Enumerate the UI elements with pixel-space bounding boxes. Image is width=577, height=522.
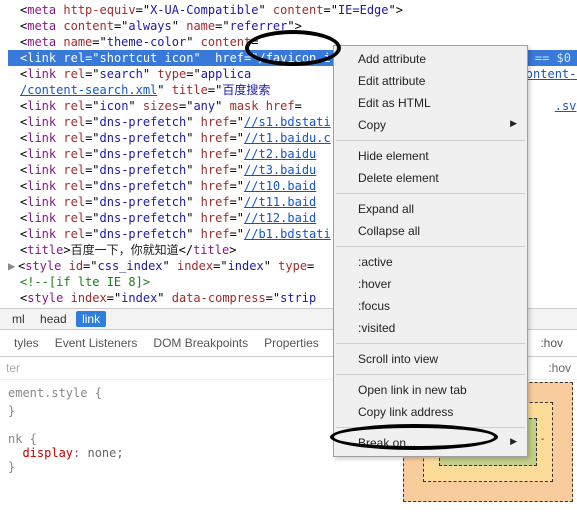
tab-dom-breakpoints[interactable]: DOM Breakpoints xyxy=(145,332,256,354)
crumb-link[interactable]: link xyxy=(76,311,106,327)
hov-toggle[interactable]: :hov xyxy=(540,336,571,350)
menu-delete-element[interactable]: Delete element xyxy=(334,167,527,189)
menu-open-link-new-tab[interactable]: Open link in new tab xyxy=(334,379,527,401)
menu-pseudo-active[interactable]: :active xyxy=(334,251,527,273)
menu-hide-element[interactable]: Hide element xyxy=(334,145,527,167)
menu-separator xyxy=(336,427,525,428)
crumb-html[interactable]: ml xyxy=(6,311,31,327)
filter-input[interactable]: ter xyxy=(6,361,20,375)
menu-separator xyxy=(336,343,525,344)
tab-event-listeners[interactable]: Event Listeners xyxy=(47,332,146,354)
menu-break-on[interactable]: Break on...▶ xyxy=(334,432,527,454)
menu-pseudo-visited[interactable]: :visited xyxy=(334,317,527,339)
menu-separator xyxy=(336,193,525,194)
style-rule[interactable]: nk { xyxy=(8,432,37,446)
menu-edit-attribute[interactable]: Edit attribute xyxy=(334,70,527,92)
menu-copy[interactable]: Copy▶ xyxy=(334,114,527,136)
menu-collapse-all[interactable]: Collapse all xyxy=(334,220,527,242)
dom-node[interactable]: <meta http-equiv="X-UA-Compatible" conte… xyxy=(8,2,577,18)
menu-edit-as-html[interactable]: Edit as HTML xyxy=(334,92,527,114)
hov-label[interactable]: :hov xyxy=(548,361,571,375)
crumb-head[interactable]: head xyxy=(34,311,73,327)
menu-pseudo-hover[interactable]: :hover xyxy=(334,273,527,295)
menu-add-attribute[interactable]: Add attribute xyxy=(334,48,527,70)
menu-copy-link-address[interactable]: Copy link address xyxy=(334,401,527,423)
dom-node[interactable]: <meta content="always" name="referrer"> xyxy=(8,18,577,34)
context-menu: Add attribute Edit attribute Edit as HTM… xyxy=(333,45,528,457)
menu-pseudo-focus[interactable]: :focus xyxy=(334,295,527,317)
chevron-right-icon: ▶ xyxy=(510,436,517,447)
menu-separator xyxy=(336,246,525,247)
tab-properties[interactable]: Properties xyxy=(256,332,327,354)
tab-styles[interactable]: tyles xyxy=(6,332,47,354)
menu-expand-all[interactable]: Expand all xyxy=(334,198,527,220)
chevron-right-icon: ▶ xyxy=(510,118,517,129)
menu-separator xyxy=(336,140,525,141)
menu-separator xyxy=(336,374,525,375)
menu-scroll-into-view[interactable]: Scroll into view xyxy=(334,348,527,370)
